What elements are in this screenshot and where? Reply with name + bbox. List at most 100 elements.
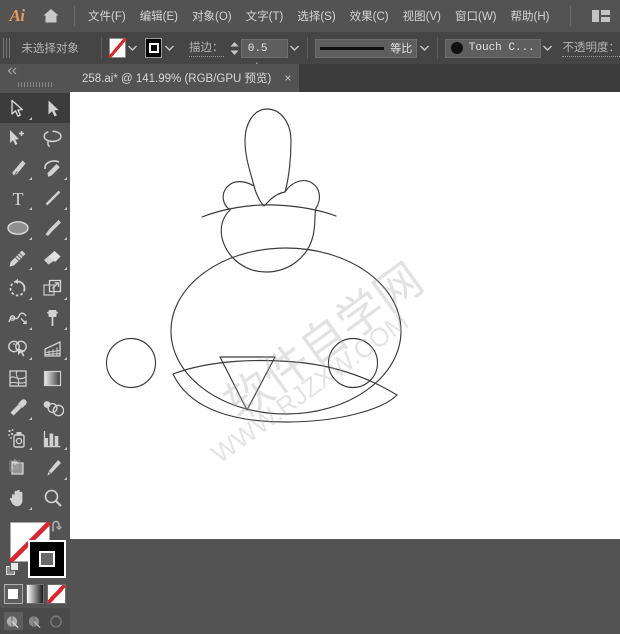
screen-mode-fullscreen[interactable] (47, 612, 66, 630)
tool-scale[interactable] (35, 273, 70, 303)
brush-preview-icon (451, 42, 463, 54)
brush-definition-chevron-down-icon[interactable] (542, 38, 554, 58)
tool-line-segment[interactable] (35, 183, 70, 213)
tool-flyout-corner-icon (64, 357, 67, 360)
tool-flyout-corner-icon (29, 267, 32, 270)
screen-mode-normal[interactable] (4, 612, 23, 630)
fill-color-swatch[interactable] (109, 38, 126, 58)
tool-direct-selection[interactable] (35, 93, 70, 123)
stroke-profile-chevron-down-icon[interactable] (418, 38, 430, 58)
tool-ellipse[interactable] (0, 213, 35, 243)
tool-flyout-corner-icon (64, 237, 67, 240)
tool-perspective-grid[interactable] (35, 333, 70, 363)
tool-flyout-corner-icon (29, 357, 32, 360)
paint-mode-none[interactable] (47, 584, 66, 604)
stroke-color-swatch[interactable] (145, 38, 162, 58)
tool-flyout-corner-icon (29, 297, 32, 300)
tool-mesh[interactable] (0, 363, 35, 393)
tool-flyout-corner-icon (64, 267, 67, 270)
close-icon[interactable]: × (284, 72, 291, 84)
tool-paintbrush[interactable] (35, 213, 70, 243)
control-bar: 未选择对象 描边： 0.5 pt 等比 Touch (0, 32, 620, 65)
tool-lasso[interactable] (35, 123, 70, 153)
tool-selection[interactable] (0, 93, 35, 123)
tool-hand[interactable] (0, 483, 35, 513)
tool-flyout-corner-icon (29, 177, 32, 180)
menu-view[interactable]: 视图(V) (396, 0, 448, 32)
brush-definition-label: Touch C... (469, 42, 535, 54)
stroke-profile-select[interactable]: 等比 (315, 39, 417, 58)
fill-stroke-controls (0, 518, 70, 580)
tool-curvature[interactable] (35, 153, 70, 183)
tool-slice[interactable] (35, 453, 70, 483)
document-tab[interactable]: 258.ai* @ 141.99% (RGB/GPU 预览) × (70, 64, 299, 92)
menu-divider (74, 6, 75, 26)
tool-column-graph[interactable] (35, 423, 70, 453)
tool-free-transform[interactable] (35, 303, 70, 333)
tool-flyout-corner-icon (29, 327, 32, 330)
stroke-color-indicator[interactable] (28, 540, 66, 578)
tool-flyout-corner-icon (64, 327, 67, 330)
app-logo: Ai (0, 0, 34, 32)
workspace-switcher-icon[interactable] (590, 0, 612, 32)
brush-definition-select[interactable]: Touch C... (445, 39, 541, 58)
tool-eraser[interactable] (35, 243, 70, 273)
tool-flyout-corner-icon (64, 207, 67, 210)
tool-flyout-corner-icon (29, 207, 32, 210)
tool-blend[interactable] (35, 393, 70, 423)
tool-type[interactable]: T (0, 183, 35, 213)
tool-flyout-corner-icon (29, 447, 32, 450)
workspace-divider (570, 6, 571, 26)
tool-shape-builder[interactable] (0, 333, 35, 363)
menu-edit[interactable]: 编辑(E) (133, 0, 185, 32)
menu-help[interactable]: 帮助(H) (504, 0, 557, 32)
swap-fill-stroke-icon[interactable] (50, 520, 64, 538)
tool-rotate[interactable] (0, 273, 35, 303)
default-fill-stroke-icon[interactable] (6, 562, 20, 581)
tool-zoom[interactable] (35, 483, 70, 513)
app-logo-label: Ai (9, 6, 24, 26)
menu-object[interactable]: 对象(O) (185, 0, 239, 32)
tool-symbol-sprayer[interactable] (0, 423, 35, 453)
stroke-dropdown-chevron-down-icon[interactable] (163, 38, 175, 58)
tool-flyout-corner-icon (64, 297, 67, 300)
opacity-label[interactable]: 不透明度： (562, 39, 620, 57)
paint-mode-color[interactable] (4, 584, 23, 604)
tool-flyout-corner-icon (29, 237, 32, 240)
stroke-weight-input[interactable]: 0.5 pt (241, 39, 288, 58)
menu-type[interactable]: 文字(T) (239, 0, 291, 32)
selection-status: 未选择对象 (21, 40, 79, 56)
tool-shaper[interactable] (0, 243, 35, 273)
document-tab-bar: 258.ai* @ 141.99% (RGB/GPU 预览) × (70, 64, 620, 92)
stroke-profile-label: 等比 (390, 40, 412, 56)
stroke-weight-chevron-down-icon[interactable] (289, 38, 301, 58)
tool-eyedropper[interactable] (0, 393, 35, 423)
stroke-weight-label[interactable]: 描边： (189, 39, 224, 57)
tool-artboard[interactable] (0, 453, 35, 483)
tool-grid: T (0, 90, 70, 513)
paint-mode-gradient[interactable] (26, 584, 45, 604)
menu-effect[interactable]: 效果(C) (343, 0, 396, 32)
tool-width[interactable] (0, 303, 35, 333)
home-icon[interactable] (34, 0, 68, 32)
cb-divider-1 (101, 37, 102, 59)
stroke-weight-stepper[interactable] (230, 38, 239, 58)
tool-flyout-corner-icon (64, 447, 67, 450)
tool-flyout-corner-icon (64, 177, 67, 180)
menu-select[interactable]: 选择(S) (290, 0, 342, 32)
fill-dropdown-chevron-down-icon[interactable] (127, 38, 139, 58)
screen-mode-row (0, 608, 70, 634)
toolbar-collapse-button[interactable] (0, 64, 70, 78)
svg-text:T: T (12, 189, 23, 208)
canvas-area[interactable]: 软件自学网 WWW.RJZXW.COM (70, 92, 620, 539)
menu-window[interactable]: 窗口(W) (448, 0, 504, 32)
tool-gradient[interactable] (35, 363, 70, 393)
screen-mode-fullmenu[interactable] (26, 612, 45, 630)
bird-head-line-drawing (70, 92, 620, 539)
control-bar-grip[interactable] (3, 38, 11, 58)
tool-pen[interactable] (0, 153, 35, 183)
tool-magic-wand[interactable] (0, 123, 35, 153)
menu-file[interactable]: 文件(F) (81, 0, 133, 32)
paint-mode-row (0, 580, 70, 604)
toolbar-drag-grip[interactable] (0, 78, 70, 90)
